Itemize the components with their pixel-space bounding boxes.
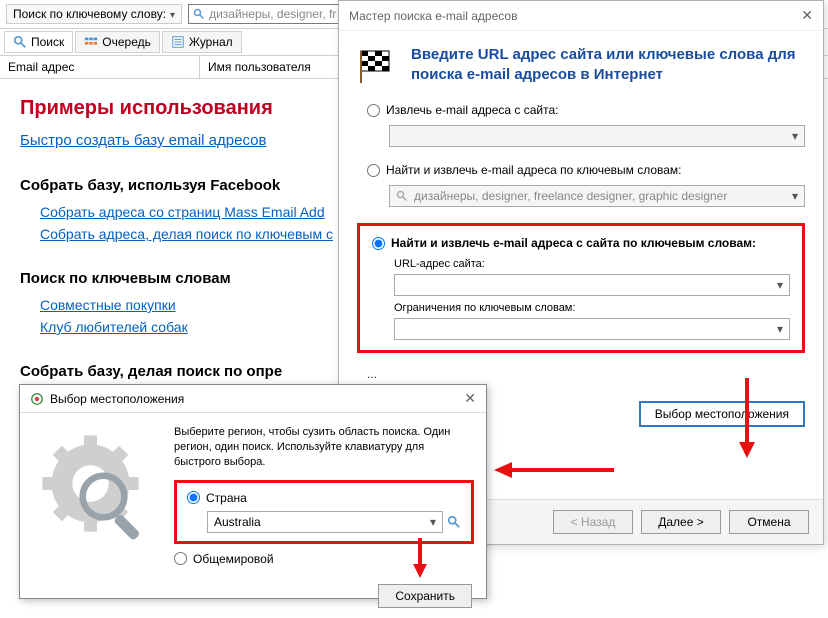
site-url-combo[interactable]: ▾ bbox=[389, 125, 805, 147]
wizard-title: Мастер поиска e-mail адресов bbox=[349, 9, 517, 23]
option-extract-site: Извлечь e-mail адреса с сайта: ▾ bbox=[367, 103, 805, 147]
queue-icon bbox=[84, 35, 98, 49]
radio-country[interactable]: Страна bbox=[187, 491, 461, 505]
link-fb2[interactable]: Собрать адреса, делая поиск по ключевым … bbox=[40, 226, 333, 242]
next-button[interactable]: Далее > bbox=[641, 510, 721, 534]
radio-site-keywords-label: Найти и извлечь e-mail адреса с сайта по… bbox=[391, 236, 756, 250]
radio-extract-site-input[interactable] bbox=[367, 104, 380, 117]
link-kw2[interactable]: Клуб любителей собак bbox=[40, 319, 188, 335]
constraint-input[interactable]: ▾ bbox=[394, 318, 790, 340]
radio-extract-site-label: Извлечь e-mail адреса с сайта: bbox=[386, 103, 558, 117]
tab-log[interactable]: Журнал bbox=[162, 31, 242, 53]
radio-keywords[interactable]: Найти и извлечь e-mail адреса по ключевы… bbox=[367, 163, 805, 177]
keyword-search-label: Поиск по ключевому слову: bbox=[13, 7, 166, 21]
radio-keywords-input[interactable] bbox=[367, 164, 380, 177]
wizard-heading: Введите URL адрес сайта или ключевые сло… bbox=[411, 45, 805, 84]
radio-site-keywords-input[interactable] bbox=[372, 237, 385, 250]
wizard-titlebar[interactable]: Мастер поиска e-mail адресов ✕ bbox=[339, 1, 823, 31]
tab-search-label: Поиск bbox=[31, 35, 64, 49]
col-email[interactable]: Email адрес bbox=[0, 56, 200, 78]
choose-location-button[interactable]: Выбор местоположения bbox=[639, 401, 805, 427]
radio-extract-site[interactable]: Извлечь e-mail адреса с сайта: bbox=[367, 103, 805, 117]
link-kw1[interactable]: Совместные покупки bbox=[40, 297, 176, 313]
location-titlebar[interactable]: Выбор местоположения ✕ bbox=[20, 385, 486, 413]
keywords-combo-value: дизайнеры, designer, freelance designer,… bbox=[414, 189, 727, 203]
radio-worldwide-input[interactable] bbox=[174, 552, 187, 565]
gear-search-icon bbox=[32, 425, 162, 555]
chevron-down-icon bbox=[170, 7, 175, 21]
search-icon bbox=[193, 8, 205, 20]
keyword-search-dropdown[interactable]: Поиск по ключевому слову: bbox=[6, 4, 182, 24]
url-label: URL-адрес сайта: bbox=[394, 258, 790, 270]
link-fb1[interactable]: Собрать адреса со страниц Mass Email Add bbox=[40, 204, 325, 220]
location-dialog: Выбор местоположения ✕ Выбер bbox=[19, 384, 487, 599]
log-icon bbox=[171, 35, 185, 49]
tab-queue-label: Очередь bbox=[102, 35, 151, 49]
radio-worldwide-label: Общемировой bbox=[193, 552, 274, 566]
target-icon bbox=[30, 392, 44, 406]
site-url-input[interactable]: ▾ bbox=[394, 274, 790, 296]
selected-option-highlight: Найти и извлечь e-mail адреса с сайта по… bbox=[357, 223, 805, 353]
constraint-label: Ограничения по ключевым словам: bbox=[394, 302, 790, 314]
radio-keywords-label: Найти и извлечь e-mail адреса по ключевы… bbox=[386, 163, 682, 177]
location-help-text: Выберите регион, чтобы сузить область по… bbox=[174, 425, 474, 470]
search-input-value: дизайнеры, designer, fr bbox=[209, 7, 336, 21]
close-icon[interactable]: ✕ bbox=[464, 390, 476, 407]
country-select[interactable]: Australia ▾ bbox=[207, 511, 443, 533]
tab-log-label: Журнал bbox=[189, 35, 233, 49]
location-text: ... bbox=[367, 367, 805, 381]
col-username[interactable]: Имя пользователя bbox=[200, 56, 340, 78]
radio-country-label: Страна bbox=[206, 491, 247, 505]
keywords-combo[interactable]: дизайнеры, designer, freelance designer,… bbox=[389, 185, 805, 207]
link-quick-create[interactable]: Быстро создать базу email адресов bbox=[20, 132, 266, 149]
tab-search[interactable]: Поиск bbox=[4, 31, 73, 53]
save-button[interactable]: Сохранить bbox=[378, 584, 472, 608]
country-value: Australia bbox=[214, 515, 261, 529]
cancel-button[interactable]: Отмена bbox=[729, 510, 809, 534]
search-icon bbox=[396, 190, 408, 202]
tab-queue[interactable]: Очередь bbox=[75, 31, 160, 53]
search-icon bbox=[13, 35, 27, 49]
radio-worldwide[interactable]: Общемировой bbox=[174, 552, 474, 566]
back-button[interactable]: < Назад bbox=[553, 510, 633, 534]
close-icon[interactable]: ✕ bbox=[801, 7, 813, 24]
radio-site-keywords[interactable]: Найти и извлечь e-mail адреса с сайта по… bbox=[372, 236, 790, 250]
wizard-flag-icon bbox=[357, 45, 397, 85]
location-dialog-title: Выбор местоположения bbox=[50, 392, 184, 406]
option-keywords: Найти и извлечь e-mail адреса по ключевы… bbox=[367, 163, 805, 207]
country-highlight: Страна Australia ▾ bbox=[174, 480, 474, 544]
radio-country-input[interactable] bbox=[187, 491, 200, 504]
search-icon[interactable] bbox=[447, 515, 461, 529]
